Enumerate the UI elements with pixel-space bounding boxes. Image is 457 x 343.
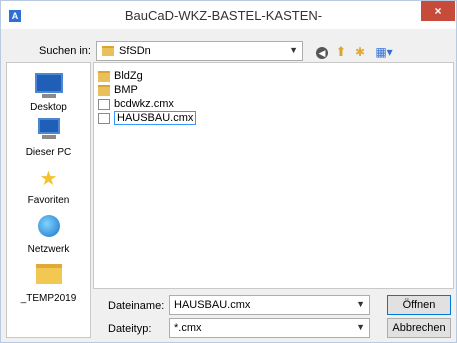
place-label: _TEMP2019 [20, 293, 77, 304]
file-name: BldZg [114, 70, 143, 82]
filename-label: Dateiname: [108, 300, 165, 312]
places-bar: Desktop Dieser PC ★ Favoriten Netzwerk _… [6, 62, 91, 338]
new-folder-icon: ✱ [354, 45, 366, 59]
chevron-down-icon: ▼ [356, 322, 365, 332]
chevron-down-icon: ▼ [289, 45, 298, 55]
app-icon: A [9, 10, 21, 22]
list-item[interactable]: BldZg [98, 69, 143, 83]
place-favorites[interactable]: ★ Favoriten [7, 166, 90, 206]
desktop-icon [34, 73, 64, 99]
place-network[interactable]: Netzwerk [7, 213, 90, 255]
up-folder-button[interactable]: ⬆ [333, 44, 349, 60]
file-open-dialog: A BauCaD-WKZ-BASTEL-KASTEN- × Suchen in:… [0, 0, 457, 343]
file-name: HAUSBAU.cmx [114, 111, 197, 125]
place-desktop[interactable]: Desktop [7, 73, 90, 113]
computer-icon [34, 118, 64, 144]
star-folder-icon: ★ [39, 168, 58, 190]
place-temp2019[interactable]: _TEMP2019 [7, 261, 90, 304]
place-this-pc[interactable]: Dieser PC [7, 118, 90, 158]
list-item[interactable]: bcdwkz.cmx [98, 97, 174, 111]
place-label: Favoriten [27, 195, 70, 206]
filetype-value: *.cmx [174, 322, 202, 334]
filetype-select[interactable]: *.cmx ▼ [169, 318, 370, 338]
toolbar: Suchen in: SfSDn ▼ ◀ ⬆ ✱ ▦▾ [1, 35, 456, 61]
view-grid-icon: ▦▾ [375, 45, 393, 59]
cancel-button[interactable]: Abbrechen [387, 318, 451, 338]
back-arrow-icon: ◀ [316, 47, 328, 59]
up-folder-icon: ⬆ [335, 44, 347, 59]
look-in-label: Suchen in: [39, 45, 91, 57]
window-title: BauCaD-WKZ-BASTEL-KASTEN- [124, 8, 323, 23]
close-button[interactable]: × [421, 1, 455, 21]
place-label: Dieser PC [25, 147, 72, 158]
folder-icon [98, 70, 110, 82]
look-in-value: SfSDn [119, 45, 151, 57]
title-bar[interactable]: A BauCaD-WKZ-BASTEL-KASTEN- × [1, 1, 456, 29]
list-item[interactable]: HAUSBAU.cmx [98, 111, 197, 125]
folder-icon [98, 84, 110, 96]
file-list[interactable]: BldZg BMP bcdwkz.cmx HAUSBAU.cmx [93, 62, 454, 289]
file-icon [98, 98, 110, 110]
file-name: BMP [114, 84, 138, 96]
new-folder-button[interactable]: ✱ [352, 44, 368, 60]
chevron-down-icon: ▼ [356, 299, 365, 309]
folder-icon [34, 264, 64, 290]
open-button[interactable]: Öffnen [387, 295, 451, 315]
file-icon [98, 112, 110, 124]
filename-combobox[interactable]: HAUSBAU.cmx ▼ [169, 295, 370, 315]
file-name: bcdwkz.cmx [114, 98, 174, 110]
folder-icon [102, 46, 114, 56]
place-label: Netzwerk [27, 244, 70, 255]
view-menu-button[interactable]: ▦▾ [372, 44, 396, 60]
filename-value: HAUSBAU.cmx [174, 299, 251, 311]
look-in-combobox[interactable]: SfSDn ▼ [96, 41, 303, 61]
list-item[interactable]: BMP [98, 83, 138, 97]
network-icon [34, 215, 64, 241]
back-button[interactable]: ◀ [314, 44, 330, 60]
filetype-label: Dateityp: [108, 323, 152, 335]
place-label: Desktop [30, 102, 67, 113]
